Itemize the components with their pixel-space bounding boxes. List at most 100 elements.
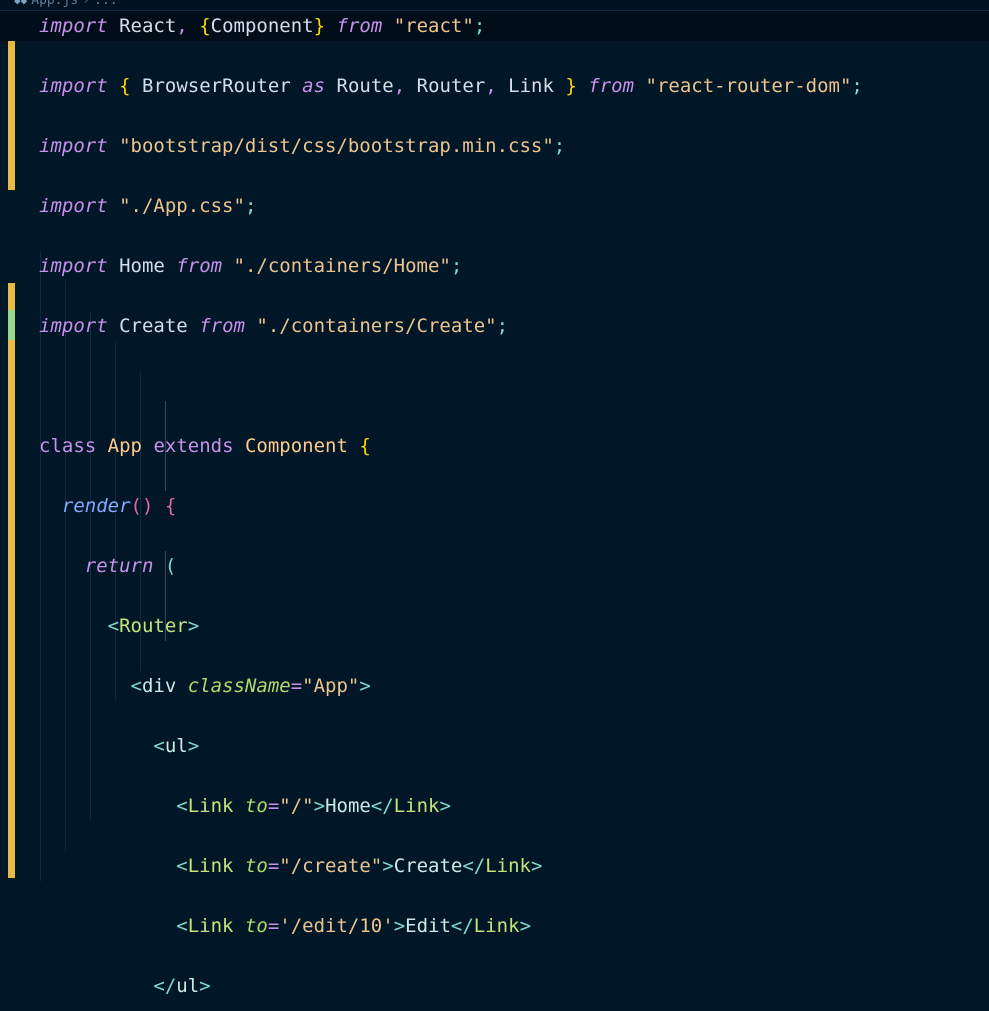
code-line[interactable] — [0, 371, 989, 401]
code-token: Route — [336, 75, 394, 97]
code-line[interactable]: <div className="App"> — [0, 671, 989, 701]
code-line[interactable]: import "bootstrap/dist/css/bootstrap.min… — [0, 131, 989, 161]
code-token: "./containers/Home" — [233, 255, 451, 277]
code-token: Link — [187, 915, 234, 937]
code-token: > — [519, 915, 532, 937]
code-token: ; — [473, 15, 486, 37]
code-token: > — [359, 675, 371, 697]
code-token: BrowserRouter — [142, 75, 291, 97]
code-token: Component — [244, 435, 348, 457]
code-line[interactable]: <ul> — [0, 731, 989, 761]
code-token: "/" — [279, 795, 314, 817]
breadcrumb-bar[interactable]: ◆◆ App.js ›... — [0, 0, 989, 11]
code-token: "./App.css" — [119, 195, 245, 217]
code-token: Link — [393, 795, 440, 817]
code-token: import — [39, 135, 108, 157]
code-token: , — [485, 75, 497, 97]
code-line[interactable]: import Home from "./containers/Home"; — [0, 251, 989, 281]
code-token: , — [176, 15, 188, 37]
code-token: from — [336, 15, 383, 37]
code-token: App — [107, 435, 142, 457]
code-token: { — [119, 75, 131, 97]
code-token: to — [244, 915, 268, 937]
code-token: "react" — [393, 15, 474, 37]
code-token: class — [39, 435, 97, 457]
code-token: = — [267, 795, 280, 817]
code-line[interactable]: return ( — [0, 551, 989, 581]
code-token: "/create" — [279, 855, 383, 877]
code-line[interactable]: import { BrowserRouter as Route, Router,… — [0, 71, 989, 101]
code-token: () — [130, 495, 154, 517]
code-token: import — [39, 75, 108, 97]
code-line[interactable]: import React, {Component} from "react"; — [0, 11, 989, 41]
code-line[interactable]: <Router> — [0, 611, 989, 641]
code-token: Link — [187, 855, 234, 877]
code-token: > — [382, 855, 394, 877]
code-line[interactable]: </ul> — [0, 971, 989, 1001]
code-line[interactable]: <Link to='/edit/10'>Edit</Link> — [0, 911, 989, 941]
code-content[interactable]: import React, {Component} from "react"; i… — [0, 11, 989, 997]
code-token: } — [313, 15, 326, 37]
code-token: Component — [210, 15, 314, 37]
breadcrumb-separator-icon: › — [82, 0, 91, 8]
code-token: Router — [119, 615, 188, 637]
code-token: , — [393, 75, 406, 97]
code-token: < — [107, 615, 120, 637]
code-token: return — [84, 555, 154, 577]
code-token: to — [244, 795, 268, 817]
code-line[interactable]: <Link to="/create">Create</Link> — [0, 851, 989, 881]
code-token: extends — [153, 435, 234, 457]
code-token: Edit — [405, 915, 451, 937]
code-token: div — [141, 675, 177, 697]
code-token: > — [187, 615, 200, 637]
breadcrumb: ◆◆ App.js ›... — [14, 0, 118, 10]
code-token: Home — [119, 255, 165, 277]
code-token: "react-router-dom" — [645, 75, 852, 97]
code-token: Link — [508, 75, 554, 97]
code-line[interactable]: class App extends Component { — [0, 431, 989, 461]
code-token: ul — [164, 735, 188, 757]
breadcrumb-tail[interactable]: ... — [94, 0, 117, 8]
code-token: </ — [462, 855, 486, 877]
code-token: > — [439, 795, 451, 817]
code-token: ; — [851, 75, 863, 97]
code-token: < — [176, 855, 188, 877]
code-line[interactable]: import "./App.css"; — [0, 191, 989, 221]
code-token: Create — [119, 315, 188, 337]
code-line[interactable]: render() { — [0, 491, 989, 521]
code-token: from — [588, 75, 635, 97]
code-token: </ — [153, 975, 177, 997]
code-token: ; — [450, 255, 463, 277]
code-token: render — [61, 495, 131, 517]
code-token: < — [153, 735, 165, 757]
code-token: { — [164, 495, 177, 517]
code-token: import — [39, 15, 108, 37]
code-token: ul — [176, 975, 200, 997]
code-line[interactable]: <Link to="/">Home</Link> — [0, 791, 989, 821]
code-editor-surface[interactable]: import React, {Component} from "react"; i… — [0, 11, 989, 1011]
code-line[interactable]: import Create from "./containers/Create"… — [0, 311, 989, 341]
breadcrumb-file[interactable]: App.js — [31, 0, 78, 8]
code-token: import — [39, 255, 108, 277]
